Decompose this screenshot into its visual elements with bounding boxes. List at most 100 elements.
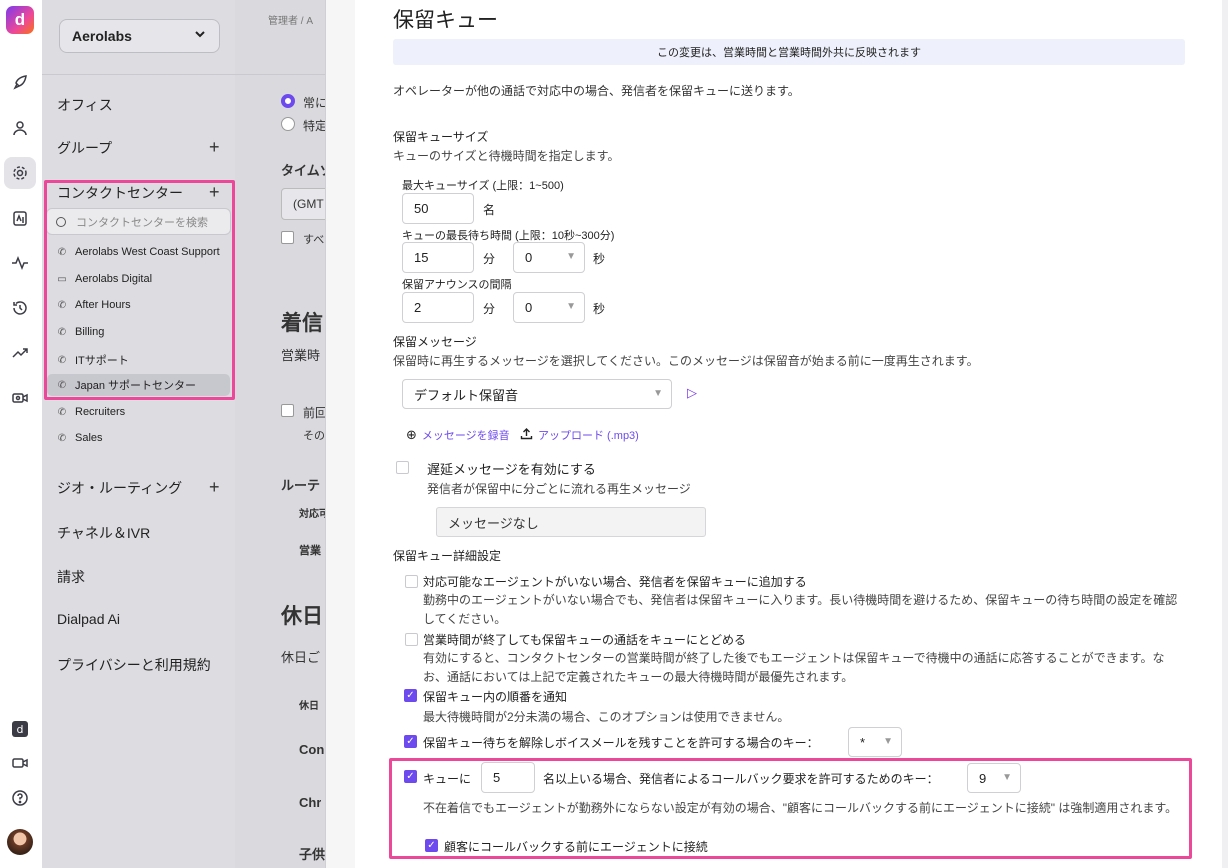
opt3-checkbox[interactable]: ✓: [404, 689, 417, 702]
gear-icon[interactable]: [4, 157, 36, 189]
sidebar-item-channel-ivr[interactable]: チャネル＆IVR: [57, 523, 150, 543]
max-wait-label: キューの最長待ち時間 (上限：10秒~300分): [402, 230, 615, 242]
opt2-checkbox[interactable]: [405, 633, 418, 646]
intro-text: オペレーターが他の通話で対応中の場合、発信者を保留キューに送ります。: [393, 84, 800, 98]
max-wait-min-input[interactable]: 15: [402, 242, 474, 273]
opt2-label: 営業時間が終了しても保留キューの通話をキューにとどめる: [423, 633, 747, 647]
help-icon[interactable]: [9, 787, 31, 809]
announce-min-input[interactable]: 2: [402, 292, 474, 323]
cc-item-sales[interactable]: ✆ Sales: [56, 432, 103, 444]
opt3-label: 保留キュー内の順番を通知: [423, 690, 568, 704]
radio-always[interactable]: [281, 94, 295, 108]
avatar[interactable]: [7, 829, 33, 855]
opt3-desc: 最大待機時間が2分未満の場合、このオプションは使用できません。: [423, 710, 790, 724]
prev-checkbox[interactable]: [281, 404, 294, 417]
sidebar-item-group[interactable]: グループ: [57, 138, 112, 158]
select-value: *: [860, 734, 866, 750]
svg-text:d: d: [17, 723, 24, 736]
delay-message-checkbox[interactable]: [396, 461, 409, 474]
holiday-row-2[interactable]: Chr: [299, 795, 321, 810]
dialpad-app-icon[interactable]: d: [9, 718, 31, 740]
size-section-subtitle: キューのサイズと待機時間を指定します。: [393, 149, 620, 163]
incoming-heading: 着信: [281, 312, 323, 335]
activity-icon[interactable]: [9, 252, 31, 274]
history-icon[interactable]: [9, 297, 31, 319]
badge-icon[interactable]: [9, 207, 31, 229]
delay-message-input: メッセージなし: [436, 507, 706, 537]
app-rail: d d: [0, 0, 42, 868]
add-group-plus-icon[interactable]: +: [209, 137, 220, 158]
video-icon[interactable]: [9, 752, 31, 774]
dialpad-logo-icon[interactable]: d: [6, 6, 34, 34]
min-unit: 分: [483, 252, 496, 266]
bg-divider: [235, 74, 325, 75]
voicemail-key-select[interactable]: * ▼: [848, 727, 902, 757]
caret-down-icon: ▼: [566, 251, 576, 262]
video-person-icon[interactable]: [9, 387, 31, 409]
record-message-link[interactable]: ⊕ メッセージを録音: [406, 427, 510, 443]
business-hours-text: 営業時: [281, 348, 321, 363]
cc-item-label: Recruiters: [75, 406, 126, 418]
announce-sec-select[interactable]: 0 ▼: [513, 292, 585, 323]
size-section-title: 保留キューサイズ: [393, 130, 489, 144]
routing-heading: ルーテ: [281, 478, 321, 493]
sidebar-item-dialpad-ai[interactable]: Dialpad Ai: [57, 611, 120, 627]
sidebar-item-billing[interactable]: 請求: [57, 567, 85, 587]
info-banner: この変更は、営業時間と営業時間外共に反映されます: [393, 39, 1185, 65]
rocket-icon[interactable]: [9, 72, 31, 94]
advanced-title: 保留キュー詳細設定: [393, 549, 502, 563]
opt1-label: 対応可能なエージェントがいない場合、発信者を保留キューに追加する: [423, 575, 807, 589]
opt1-desc: 勤務中のエージェントがいない場合でも、発信者は保留キューに入ります。長い待機時間…: [423, 593, 1178, 626]
max-size-input[interactable]: 50: [402, 193, 474, 224]
opt4-checkbox[interactable]: ✓: [404, 735, 417, 748]
message-section-subtitle: 保留時に再生するメッセージを選択してください。このメッセージは保留音が始まる前に…: [393, 354, 979, 368]
sidebar-item-office[interactable]: オフィス: [57, 95, 113, 115]
select-value: 0: [525, 300, 533, 315]
caret-down-icon: ▼: [566, 301, 576, 312]
highlight-callback-option: [389, 758, 1192, 859]
message-section-title: 保留メッセージ: [393, 335, 477, 349]
trend-icon[interactable]: [9, 342, 31, 364]
radio-specific-label: 特定: [303, 119, 328, 133]
select-value: デフォルト保留音: [414, 387, 519, 403]
add-geo-routing-plus-icon[interactable]: +: [209, 477, 220, 498]
max-wait-sec-select[interactable]: 0 ▼: [513, 242, 585, 273]
panel-title: 保留キュー: [393, 9, 498, 32]
holiday-heading: 休日: [281, 605, 323, 628]
opt2-desc: 有効にすると、コンタクトセンターの営業時間が終了した後でもエージェントは保留キュ…: [423, 651, 1165, 684]
breadcrumb[interactable]: 管理者 / A: [268, 12, 323, 27]
prev-check-sub: その: [303, 430, 325, 442]
delay-message-sub: 発信者が保留中に分ごとに流れる再生メッセージ: [427, 482, 691, 496]
person-icon[interactable]: [9, 117, 31, 139]
holiday-row-3[interactable]: 子供: [299, 844, 325, 863]
caret-down-icon: ▼: [653, 388, 663, 399]
chevron-down-icon: [193, 27, 207, 44]
bg-checkbox[interactable]: [281, 231, 294, 244]
delay-message-label: 遅延メッセージを有効にする: [427, 462, 596, 477]
highlight-contact-center: [44, 180, 235, 400]
panel-scrollbar[interactable]: [1222, 0, 1228, 868]
announce-label: 保留アナウンスの間隔: [402, 279, 512, 291]
cc-item-label: Sales: [75, 432, 103, 444]
cc-item-recruiters[interactable]: ✆ Recruiters: [56, 406, 125, 418]
routing-row: 営業: [299, 545, 321, 557]
sec-unit: 秒: [593, 252, 606, 266]
announce-sec-unit: 秒: [593, 302, 606, 316]
holiday-col: 休日: [299, 701, 319, 712]
prev-check-label: 前回: [303, 406, 328, 420]
radio-always-label: 常に: [303, 96, 328, 110]
add-circle-icon: ⊕: [406, 427, 417, 442]
hold-message-select[interactable]: デフォルト保留音 ▼: [402, 379, 672, 409]
sidebar-item-privacy[interactable]: プライバシーと利用規約: [57, 655, 211, 675]
radio-specific[interactable]: [281, 117, 295, 131]
sidebar-item-geo-routing[interactable]: ジオ・ルーティング: [57, 478, 182, 498]
play-icon[interactable]: ▷: [687, 385, 697, 401]
upload-link[interactable]: アップロード (.mp3): [520, 427, 639, 443]
holiday-sub: 休日ご: [281, 650, 321, 665]
company-selector[interactable]: Aerolabs: [59, 19, 220, 53]
opt1-checkbox[interactable]: [405, 575, 418, 588]
sidebar-divider: [42, 74, 235, 75]
phone-icon: ✆: [57, 406, 67, 418]
max-size-label: 最大キューサイズ (上限：1~500): [402, 180, 564, 192]
holiday-row-1[interactable]: Con: [299, 742, 324, 757]
